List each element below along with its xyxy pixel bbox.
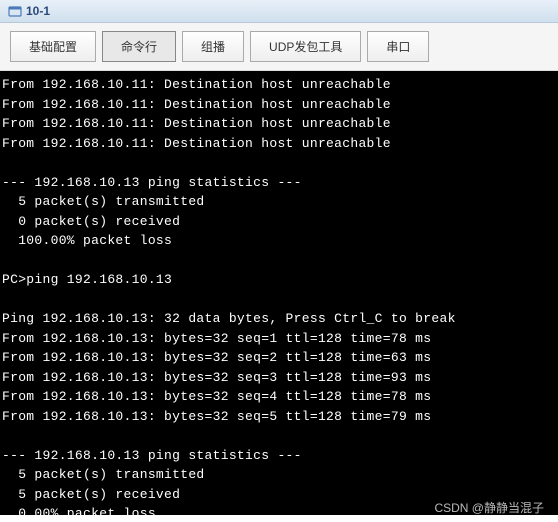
window-icon: [8, 4, 22, 18]
watermark: CSDN @静静当混子: [434, 499, 544, 516]
tab-bar: 基础配置 命令行 组播 UDP发包工具 串口: [0, 23, 558, 71]
tab-label: 串口: [386, 40, 410, 54]
tab-udp-tool[interactable]: UDP发包工具: [250, 31, 361, 62]
terminal-output[interactable]: From 192.168.10.11: Destination host unr…: [0, 71, 558, 515]
tab-label: UDP发包工具: [269, 40, 342, 54]
window-title: 10-1: [26, 4, 50, 18]
tab-label: 组播: [201, 40, 225, 54]
tab-basic-config[interactable]: 基础配置: [10, 31, 96, 62]
tab-multicast[interactable]: 组播: [182, 31, 244, 62]
tab-label: 命令行: [121, 40, 157, 54]
tab-label: 基础配置: [29, 40, 77, 54]
tab-command-line[interactable]: 命令行: [102, 31, 176, 62]
title-bar: 10-1: [0, 0, 558, 23]
tab-serial[interactable]: 串口: [367, 31, 429, 62]
